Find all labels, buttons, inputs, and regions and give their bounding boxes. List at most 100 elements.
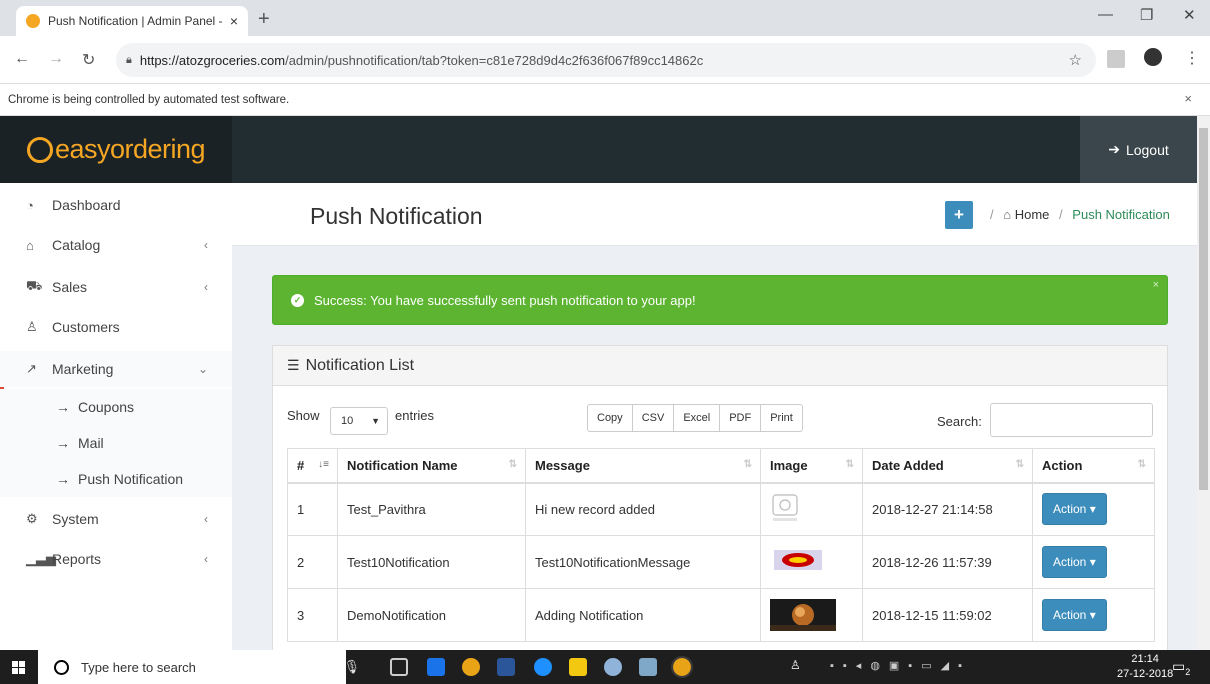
show-label: Show — [287, 408, 320, 423]
sidebar-item-reports[interactable]: ▁▃▅ Reports ‹ — [0, 541, 232, 577]
taskbar-clock[interactable]: 21:14 27-12-2018 — [1117, 652, 1173, 682]
chevron-left-icon: ‹ — [204, 280, 208, 294]
favicon-icon — [26, 14, 40, 28]
tag-icon: ⌂ — [26, 237, 34, 253]
people-icon[interactable]: ♙ — [790, 658, 801, 672]
app-globe-icon[interactable] — [427, 658, 445, 676]
sidebar-item-coupons[interactable]: → Coupons — [0, 389, 232, 425]
sidebar-item-label: Catalog — [52, 237, 101, 253]
logo[interactable]: easyordering — [0, 116, 232, 183]
panel-title: Notification List — [305, 356, 415, 374]
forward-icon[interactable]: → — [48, 50, 64, 68]
pdf-button[interactable]: PDF — [720, 404, 762, 432]
microphone-icon[interactable]: 🎙︎ — [343, 659, 360, 675]
alert-text: Success: You have successfully sent push… — [314, 292, 696, 308]
address-bar[interactable]: 🔒︎ https://atozgroceries.com /admin/push… — [116, 43, 1096, 77]
sidebar-item-sales[interactable]: ⛟ Sales ‹ — [0, 269, 232, 305]
notification-name: Test10Notification — [337, 535, 526, 589]
excel-button[interactable]: Excel — [674, 404, 721, 432]
page-scrollbar-thumb[interactable] — [1199, 128, 1208, 490]
length-value: 10 — [341, 415, 354, 427]
sticky-notes-icon[interactable] — [569, 658, 587, 676]
row-number: 1 — [287, 482, 338, 536]
column-header-image[interactable]: Image ⇅ — [760, 448, 863, 484]
action-cell: Action ▾ — [1032, 588, 1155, 642]
sort-icon: ⇅ — [508, 459, 517, 470]
bookmark-star-icon[interactable]: ☆ — [1069, 51, 1082, 69]
dashboard-icon: ◔ — [26, 197, 34, 213]
table-header-row: # ↓≡ Notification Name ⇅ Message ⇅ Image ⇅ D… — [287, 448, 1155, 484]
column-header-message[interactable]: Message ⇅ — [525, 448, 761, 484]
menu-kebab-icon[interactable]: ⋮ — [1184, 48, 1200, 68]
sidebar-item-catalog[interactable]: ⌂ Catalog ‹ — [0, 227, 232, 263]
list-icon: ☰ — [287, 357, 300, 373]
chevron-left-icon: ‹ — [204, 238, 208, 252]
app-header: easyordering ➔ Logout — [0, 116, 1197, 183]
image-cell — [760, 482, 863, 536]
sidebar-item-system[interactable]: ⚙ System ‹ — [0, 501, 232, 537]
browser-tab[interactable]: Push Notification | Admin Panel - × — [16, 6, 248, 36]
taskbar-search[interactable]: Type here to search 🎙︎ — [38, 650, 360, 684]
sidebar-item-label: Reports — [52, 551, 102, 567]
taskbar-search-placeholder: Type here to search — [81, 659, 196, 675]
edge-icon[interactable] — [534, 658, 552, 676]
column-header-action[interactable]: Action ⇅ — [1032, 448, 1155, 484]
notification-list-panel: ☰ Notification List Show 10 ▼ entries Co… — [272, 345, 1168, 650]
table-row: 1 Test_Pavithra Hi new record added 2018… — [287, 482, 1155, 536]
sidebar-item-marketing[interactable]: ↗ Marketing ⌄ — [0, 351, 232, 387]
word-icon[interactable] — [497, 658, 515, 676]
app-icon[interactable] — [639, 658, 657, 676]
sidebar-item-dashboard[interactable]: ◔ Dashboard — [0, 187, 232, 223]
notification-message: Hi new record added — [525, 482, 761, 536]
tab-close-icon[interactable]: × — [230, 13, 238, 29]
app-icon[interactable] — [604, 658, 622, 676]
back-icon[interactable]: ← — [14, 50, 30, 68]
window-close-icon[interactable]: ✕ — [1183, 6, 1196, 24]
sidebar-item-label: Sales — [52, 279, 88, 295]
logout-button[interactable]: ➔ Logout — [1080, 116, 1197, 183]
copy-button[interactable]: Copy — [587, 404, 633, 432]
action-dropdown-button[interactable]: Action ▾ — [1042, 599, 1107, 631]
sidebar-item-label: Mail — [78, 435, 104, 451]
table-row: 3 DemoNotification Adding Notification 2… — [287, 588, 1155, 642]
breadcrumb-home[interactable]: Home — [1015, 207, 1050, 222]
check-circle-icon: ✓ — [291, 293, 304, 307]
action-dropdown-button[interactable]: Action ▾ — [1042, 493, 1107, 526]
user-icon: ♙ — [26, 319, 38, 334]
windows-start-icon[interactable] — [12, 661, 25, 674]
sidebar-item-customers[interactable]: ♙ Customers — [0, 309, 232, 345]
header-label: # — [297, 457, 305, 473]
sidebar-item-mail[interactable]: → Mail — [0, 425, 232, 461]
sidebar-item-push-notification[interactable]: → Push Notification — [0, 461, 232, 497]
chrome-icon[interactable] — [462, 658, 480, 676]
notification-center-icon[interactable]: ▭2 — [1172, 658, 1190, 677]
header-label: Notification Name — [347, 457, 458, 473]
search-input[interactable] — [990, 403, 1153, 437]
arrow-right-icon: → — [56, 435, 70, 451]
infobar-close-icon[interactable]: × — [1184, 91, 1192, 106]
profile-avatar-icon[interactable] — [1144, 48, 1162, 66]
chrome-icon[interactable] — [671, 656, 693, 678]
sidebar-item-label: Coupons — [78, 399, 135, 415]
column-header-name[interactable]: Notification Name ⇅ — [337, 448, 526, 484]
new-tab-button[interactable]: + — [258, 8, 270, 31]
print-button[interactable]: Print — [761, 404, 803, 432]
sign-out-icon: ➔ — [1108, 141, 1120, 157]
action-dropdown-button[interactable]: Action ▾ — [1042, 546, 1107, 578]
entries-length-select[interactable]: 10 ▼ — [330, 407, 388, 435]
add-button[interactable]: + — [945, 201, 973, 229]
column-header-date[interactable]: Date Added ⇅ — [862, 448, 1033, 484]
alert-close-icon[interactable]: × — [1153, 279, 1159, 291]
system-tray-icons[interactable]: ▪▪◂◍▣▪▭◢▪ — [830, 659, 990, 672]
reload-icon[interactable]: ↻ — [82, 50, 95, 70]
csv-button[interactable]: CSV — [632, 404, 675, 432]
minimize-icon[interactable]: — — [1098, 6, 1113, 23]
sort-icon: ⇅ — [1015, 459, 1024, 470]
date-added: 2018-12-27 21:14:58 — [862, 482, 1033, 536]
entries-label: entries — [395, 408, 435, 423]
column-header-num[interactable]: # ↓≡ — [287, 448, 338, 484]
restore-icon[interactable]: ❐ — [1140, 6, 1153, 24]
task-view-icon[interactable] — [390, 658, 408, 676]
action-label: Action — [1053, 555, 1087, 569]
extension-icon[interactable] — [1107, 50, 1125, 68]
